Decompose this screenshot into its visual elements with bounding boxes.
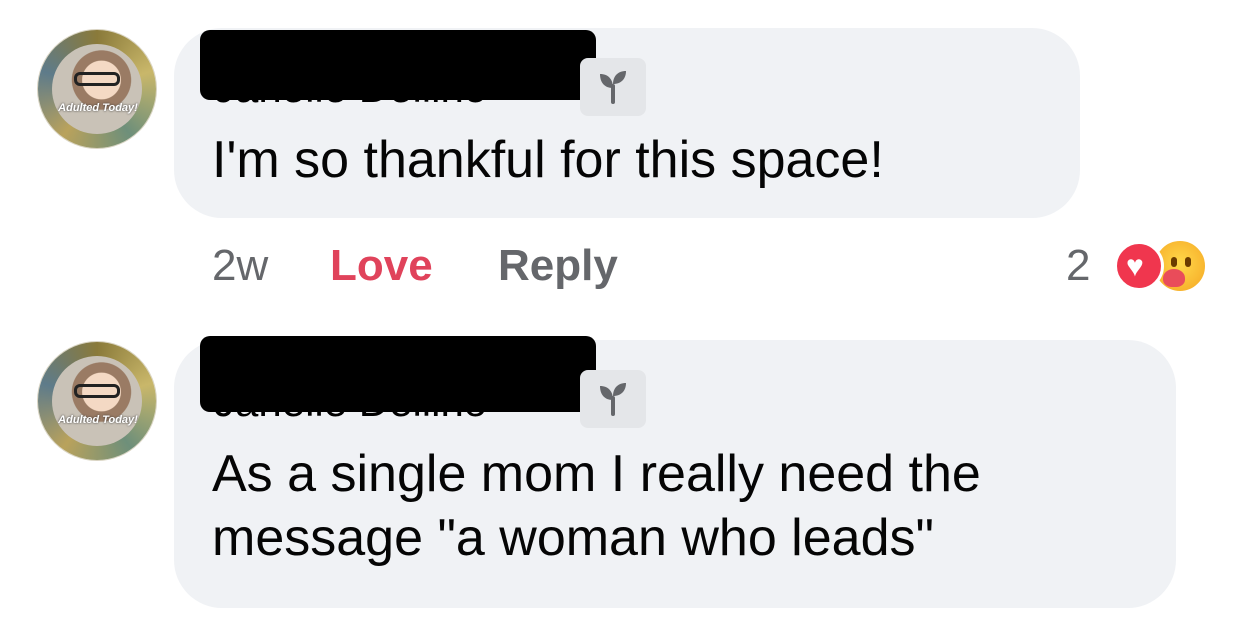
sprout-icon — [600, 383, 626, 416]
commenter-avatar[interactable]: Adulted Today! — [38, 30, 156, 148]
avatar-glasses — [74, 72, 120, 86]
new-member-badge[interactable] — [580, 58, 646, 116]
name-redaction — [200, 30, 596, 100]
heart-icon[interactable]: ♥ — [1114, 241, 1164, 291]
new-member-badge[interactable] — [580, 370, 646, 428]
reply-button[interactable]: Reply — [498, 240, 618, 292]
comment-text: I'm so thankful for this space! — [212, 131, 884, 189]
sprout-icon — [600, 71, 626, 104]
name-redaction — [200, 336, 596, 412]
comment-timestamp[interactable]: 2w — [212, 240, 268, 292]
avatar-glasses — [74, 384, 120, 398]
comment-text: As a single mom I really need the messag… — [212, 445, 981, 567]
avatar-caption: Adulted Today! — [58, 414, 138, 426]
reaction-count[interactable]: 2 — [1066, 240, 1090, 292]
avatar-photo: Adulted Today! — [52, 356, 142, 446]
avatar-caption: Adulted Today! — [58, 102, 138, 114]
avatar-photo: Adulted Today! — [52, 44, 142, 134]
commenter-avatar[interactable]: Adulted Today! — [38, 342, 156, 460]
love-reaction-button[interactable]: Love — [330, 240, 433, 292]
